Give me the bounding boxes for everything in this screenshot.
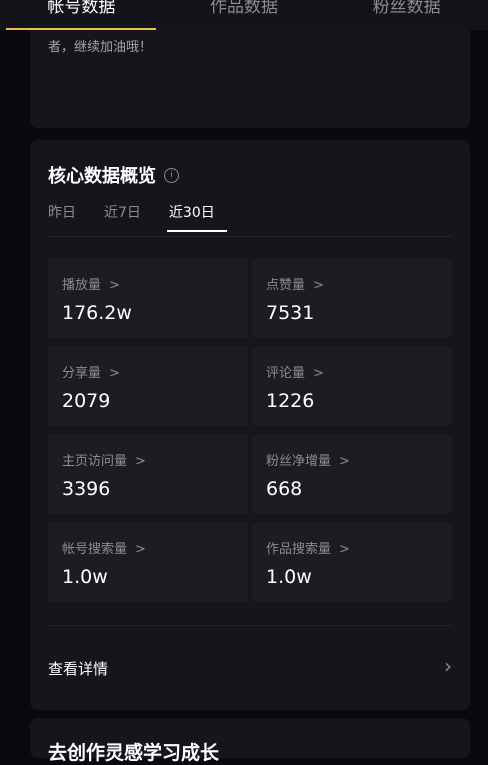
metric-value: 176.2w xyxy=(62,302,132,324)
metric-value: 7531 xyxy=(266,302,315,324)
overview-title: 核心数据概览 xyxy=(48,166,156,187)
metric-comments[interactable]: 评论量 > 1226 xyxy=(252,346,452,426)
metrics-grid: 播放量 > 176.2w 点赞量 > 7531 分享量 > 2079 评论量 > 122… xyxy=(48,258,452,602)
chevron-right-icon: > xyxy=(109,366,120,381)
metric-works-searches[interactable]: 作品搜索量 > 1.0w xyxy=(252,522,452,602)
metric-label: 分享量 xyxy=(62,366,102,381)
chevron-right-icon: > xyxy=(313,278,324,293)
range-tab-7-days[interactable]: 近7日 xyxy=(104,202,141,222)
metric-label: 评论量 xyxy=(266,366,306,381)
metric-value: 1226 xyxy=(266,390,315,412)
top-tabs: 帐号数据 作品数据 粉丝数据 xyxy=(0,0,488,30)
metric-profile-visits[interactable]: 主页访问量 > 3396 xyxy=(48,434,248,514)
encourage-card: 者，继续加油哦！ xyxy=(30,30,470,128)
tab-works-data[interactable]: 作品数据 xyxy=(163,0,326,30)
metric-value: 3396 xyxy=(62,478,111,500)
metric-label: 播放量 xyxy=(62,278,102,293)
detail-divider xyxy=(48,625,453,626)
range-divider xyxy=(48,236,453,237)
metric-value: 1.0w xyxy=(266,566,312,588)
metric-plays[interactable]: 播放量 > 176.2w xyxy=(48,258,248,338)
chevron-right-icon: > xyxy=(339,542,350,557)
chevron-right-icon: > xyxy=(135,454,146,469)
range-tabs: 昨日 近7日 近30日 xyxy=(48,202,227,232)
next-section-title: 去创作灵感学习成长 xyxy=(48,742,220,764)
overview-title-row: 核心数据概览 i xyxy=(48,162,179,188)
metric-account-searches[interactable]: 帐号搜索量 > 1.0w xyxy=(48,522,248,602)
next-section-card: 去创作灵感学习成长 xyxy=(30,718,470,764)
metric-label: 点赞量 xyxy=(266,278,306,293)
metric-value: 668 xyxy=(266,478,303,500)
chevron-right-icon[interactable]: › xyxy=(444,654,452,678)
chevron-right-icon: > xyxy=(109,278,120,293)
metric-likes[interactable]: 点赞量 > 7531 xyxy=(252,258,452,338)
range-tab-yesterday[interactable]: 昨日 xyxy=(48,202,76,222)
overview-card: 核心数据概览 i 昨日 近7日 近30日 播放量 > 176.2w 点赞量 > 75… xyxy=(30,140,470,710)
metric-label: 帐号搜索量 xyxy=(62,542,128,557)
encourage-text: 者，继续加油哦！ xyxy=(48,40,153,55)
metric-net-followers[interactable]: 粉丝净增量 > 668 xyxy=(252,434,452,514)
range-tab-30-days[interactable]: 近30日 xyxy=(166,202,227,232)
metric-label: 主页访问量 xyxy=(62,454,128,469)
tab-account-data[interactable]: 帐号数据 xyxy=(0,0,163,30)
metric-value: 2079 xyxy=(62,390,111,412)
metric-label: 粉丝净增量 xyxy=(266,454,332,469)
chevron-right-icon: > xyxy=(339,454,350,469)
tab-fans-data[interactable]: 粉丝数据 xyxy=(325,0,488,30)
metric-shares[interactable]: 分享量 > 2079 xyxy=(48,346,248,426)
chevron-right-icon: > xyxy=(135,542,146,557)
metric-value: 1.0w xyxy=(62,566,108,588)
metric-label: 作品搜索量 xyxy=(266,542,332,557)
chevron-right-icon: > xyxy=(313,366,324,381)
info-circle-icon[interactable]: i xyxy=(164,167,179,183)
view-details-link[interactable]: 查看详情 xyxy=(48,658,108,679)
